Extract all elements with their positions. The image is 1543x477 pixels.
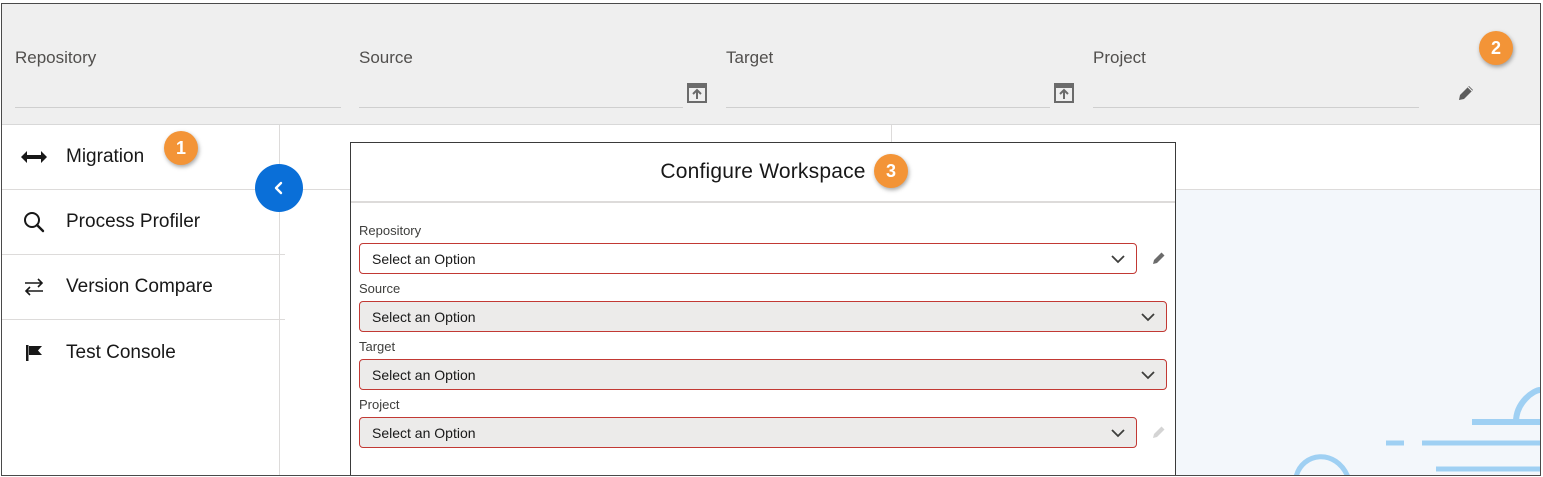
sidebar-item-test-console[interactable]: Test Console (2, 320, 285, 385)
sidebar-item-label: Migration (66, 146, 145, 167)
header-source-field[interactable]: Source (359, 48, 683, 108)
source-label: Source (359, 281, 401, 296)
header-source-label: Source (359, 48, 413, 67)
edit-project-pencil-icon[interactable] (1456, 83, 1478, 105)
callout-badge-3: 3 (874, 154, 908, 188)
repository-select[interactable]: Select an Option (359, 243, 1137, 274)
configure-workspace-modal: Configure Workspace 3 Repository Select … (350, 142, 1176, 475)
project-label: Project (359, 397, 400, 412)
sidebar-item-process-profiler[interactable]: Process Profiler (2, 190, 285, 255)
collapse-sidebar-button[interactable] (255, 164, 303, 212)
flag-icon (20, 341, 48, 365)
sidebar-item-label: Process Profiler (66, 211, 201, 232)
target-select-value: Select an Option (372, 366, 476, 383)
target-select[interactable]: Select an Option (359, 359, 1167, 390)
source-select[interactable]: Select an Option (359, 301, 1167, 332)
background-illustration (1176, 190, 1540, 475)
repository-label: Repository (359, 223, 422, 238)
swap-arrows-icon (20, 275, 48, 299)
header-source-underline (359, 107, 683, 108)
header-repository-field[interactable]: Repository (15, 48, 341, 108)
project-select[interactable]: Select an Option (359, 417, 1137, 448)
double-arrow-icon (20, 145, 48, 169)
edit-project-pencil-icon-disabled (1153, 426, 1165, 438)
chevron-down-icon (1111, 255, 1125, 264)
callout-badge-2: 2 (1479, 31, 1513, 65)
project-select-value: Select an Option (372, 424, 476, 441)
sidebar-item-label: Version Compare (66, 276, 213, 297)
chevron-down-icon (1111, 429, 1125, 438)
modal-header: Configure Workspace (351, 143, 1175, 203)
header-project-field[interactable]: Project (1093, 48, 1419, 108)
target-export-icon[interactable] (1053, 82, 1075, 104)
header-target-field[interactable]: Target (726, 48, 1050, 108)
callout-badge-1: 1 (164, 131, 198, 165)
sidebar-item-migration[interactable]: Migration (2, 125, 285, 190)
sidebar-item-version-compare[interactable]: Version Compare (2, 255, 285, 320)
header-repository-label: Repository (15, 48, 97, 67)
app-frame: Repository Source Target Project 2 Migra… (1, 3, 1541, 476)
header-target-underline (726, 107, 1050, 108)
chevron-left-icon (274, 181, 283, 195)
header-repository-underline (15, 107, 341, 108)
header-project-label: Project (1093, 48, 1146, 67)
repository-select-value: Select an Option (372, 250, 476, 267)
modal-title: Configure Workspace (660, 160, 866, 183)
header-project-underline (1093, 107, 1419, 108)
sidebar: Migration 1 Process Profiler Version Com… (2, 125, 285, 475)
edit-repository-pencil-icon[interactable] (1151, 250, 1167, 266)
source-select-value: Select an Option (372, 308, 476, 325)
chevron-down-icon (1141, 371, 1155, 380)
search-icon (20, 210, 48, 234)
sidebar-item-label: Test Console (66, 341, 176, 363)
workspace-header: Repository Source Target Project 2 (2, 4, 1540, 125)
source-export-icon[interactable] (686, 82, 708, 104)
chevron-down-icon (1141, 313, 1155, 322)
header-target-label: Target (726, 48, 774, 67)
target-label: Target (359, 339, 396, 354)
